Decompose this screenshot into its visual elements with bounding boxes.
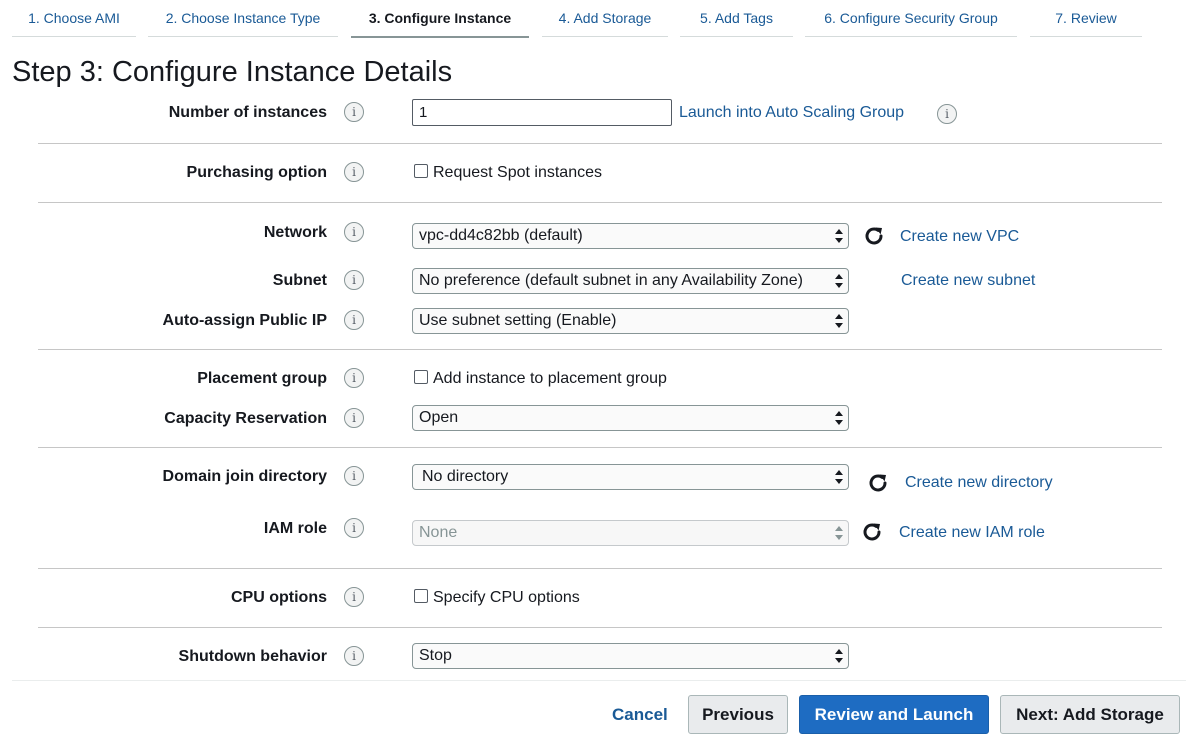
select-arrows-icon <box>835 314 843 328</box>
request-spot-instances-checkbox[interactable] <box>414 164 428 178</box>
network-selected-value: vpc-dd4c82bb (default) <box>419 227 583 244</box>
request-spot-instances-label: Request Spot instances <box>433 164 602 181</box>
refresh-icon[interactable] <box>866 471 890 495</box>
shutdown-behavior-select[interactable]: Stop <box>412 643 849 669</box>
capacity-reservation-selected-value: Open <box>419 409 459 426</box>
capacity-reservation-label: Capacity Reservation <box>164 410 327 427</box>
configure-instance-page: 1. Choose AMI 2. Choose Instance Type 3.… <box>0 0 1190 743</box>
auto-assign-public-ip-select[interactable]: Use subnet setting (Enable) <box>412 308 849 334</box>
row-cpu-options: CPU options i Specify CPU options <box>0 581 1190 615</box>
next-add-storage-button[interactable]: Next: Add Storage <box>1000 695 1180 734</box>
capacity-reservation-select[interactable]: Open <box>412 405 849 431</box>
wizard-steps: 1. Choose AMI 2. Choose Instance Type 3.… <box>0 0 1190 38</box>
info-icon[interactable]: i <box>344 368 364 388</box>
purchasing-option-label: Purchasing option <box>186 164 327 181</box>
row-auto-assign-public-ip: Auto-assign Public IP i Use subnet setti… <box>0 304 1190 338</box>
select-arrows-icon <box>835 470 843 484</box>
info-icon[interactable]: i <box>344 518 364 538</box>
iam-role-select[interactable]: None <box>412 520 849 546</box>
row-capacity-reservation: Capacity Reservation i Open <box>0 402 1190 436</box>
select-arrows-icon <box>835 526 843 540</box>
review-and-launch-button[interactable]: Review and Launch <box>799 695 989 734</box>
row-number-of-instances: Number of instances i Launch into Auto S… <box>0 96 1190 130</box>
wizard-step-configure-security-group[interactable]: 6. Configure Security Group <box>805 0 1017 37</box>
section-divider <box>38 349 1162 350</box>
info-icon[interactable]: i <box>937 104 957 124</box>
row-subnet: Subnet i No preference (default subnet i… <box>0 264 1190 298</box>
select-arrows-icon <box>835 229 843 243</box>
footer-divider <box>12 680 1186 681</box>
wizard-step-add-storage[interactable]: 4. Add Storage <box>542 0 668 37</box>
specify-cpu-options-option[interactable]: Specify CPU options <box>414 581 580 615</box>
create-new-directory-link[interactable]: Create new directory <box>905 466 1053 500</box>
domain-join-directory-select[interactable]: No directory <box>412 464 849 490</box>
wizard-step-review[interactable]: 7. Review <box>1030 0 1142 37</box>
launch-into-auto-scaling-group-link[interactable]: Launch into Auto Scaling Group <box>679 96 904 130</box>
select-arrows-icon <box>835 649 843 663</box>
subnet-select[interactable]: No preference (default subnet in any Ava… <box>412 268 849 294</box>
wizard-step-choose-ami[interactable]: 1. Choose AMI <box>12 0 136 37</box>
info-icon[interactable]: i <box>344 162 364 182</box>
row-placement-group: Placement group i Add instance to placem… <box>0 362 1190 396</box>
shutdown-behavior-selected-value: Stop <box>419 647 452 664</box>
section-divider <box>38 627 1162 628</box>
specify-cpu-options-checkbox[interactable] <box>414 589 428 603</box>
info-icon[interactable]: i <box>344 466 364 486</box>
auto-assign-public-ip-selected-value: Use subnet setting (Enable) <box>419 312 617 329</box>
subnet-selected-value: No preference (default subnet in any Ava… <box>419 272 803 289</box>
placement-group-label: Placement group <box>197 370 327 387</box>
network-label: Network <box>263 224 327 241</box>
row-network: Network i vpc-dd4c82bb (default) Create … <box>0 216 1190 250</box>
add-to-placement-group-option[interactable]: Add instance to placement group <box>414 362 667 396</box>
info-icon[interactable]: i <box>344 310 364 330</box>
add-to-placement-group-checkbox[interactable] <box>414 370 428 384</box>
shutdown-behavior-label: Shutdown behavior <box>178 648 327 665</box>
subnet-label: Subnet <box>272 272 327 289</box>
row-purchasing-option: Purchasing option i Request Spot instanc… <box>0 156 1190 190</box>
request-spot-instances-option[interactable]: Request Spot instances <box>414 156 602 190</box>
number-of-instances-label: Number of instances <box>168 104 327 121</box>
page-title: Step 3: Configure Instance Details <box>12 56 453 88</box>
section-divider <box>38 568 1162 569</box>
cpu-options-label: CPU options <box>231 589 327 606</box>
cancel-button[interactable]: Cancel <box>612 695 668 734</box>
create-new-vpc-link[interactable]: Create new VPC <box>900 220 1019 254</box>
info-icon[interactable]: i <box>344 646 364 666</box>
select-arrows-icon <box>835 274 843 288</box>
network-select[interactable]: vpc-dd4c82bb (default) <box>412 223 849 249</box>
select-arrows-icon <box>835 411 843 425</box>
number-of-instances-input[interactable] <box>412 99 672 126</box>
info-icon[interactable]: i <box>344 102 364 122</box>
info-icon[interactable]: i <box>344 408 364 428</box>
info-icon[interactable]: i <box>344 587 364 607</box>
add-to-placement-group-label: Add instance to placement group <box>433 370 667 387</box>
wizard-step-configure-instance[interactable]: 3. Configure Instance <box>351 0 529 38</box>
row-shutdown-behavior: Shutdown behavior i Stop <box>0 640 1190 674</box>
row-domain-join-directory: Domain join directory i No directory Cre… <box>0 460 1190 494</box>
iam-role-label: IAM role <box>263 520 327 537</box>
section-divider <box>38 143 1162 144</box>
iam-role-selected-value: None <box>419 524 458 541</box>
create-new-subnet-link[interactable]: Create new subnet <box>901 264 1035 298</box>
auto-assign-public-ip-label: Auto-assign Public IP <box>162 312 327 329</box>
wizard-step-add-tags[interactable]: 5. Add Tags <box>680 0 793 37</box>
refresh-icon[interactable] <box>862 224 886 248</box>
info-icon[interactable]: i <box>344 270 364 290</box>
row-iam-role: IAM role i None Create new IAM role <box>0 512 1190 546</box>
domain-join-directory-selected-value: No directory <box>422 468 509 485</box>
section-divider <box>38 447 1162 448</box>
section-divider <box>38 202 1162 203</box>
domain-join-directory-label: Domain join directory <box>162 468 327 485</box>
refresh-icon[interactable] <box>860 520 884 544</box>
info-icon[interactable]: i <box>344 222 364 242</box>
previous-button[interactable]: Previous <box>688 695 788 734</box>
create-new-iam-role-link[interactable]: Create new IAM role <box>899 516 1045 550</box>
wizard-step-choose-instance-type[interactable]: 2. Choose Instance Type <box>148 0 338 37</box>
specify-cpu-options-label: Specify CPU options <box>433 589 580 606</box>
